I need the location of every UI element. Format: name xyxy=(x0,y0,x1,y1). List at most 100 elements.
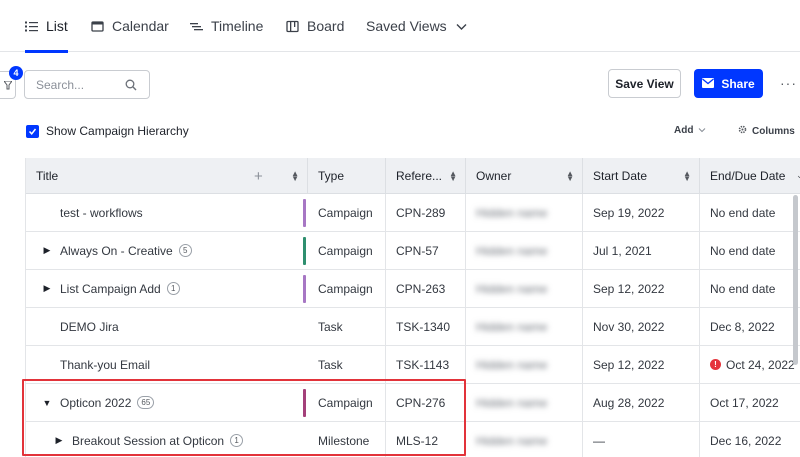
start-date-cell[interactable]: Sep 12, 2022 xyxy=(583,270,700,307)
table-header: Title + ▲ ▼ Type Refere... ▲ ▼ Owner ▲ ▼ St… xyxy=(26,158,800,194)
end-date-cell[interactable]: ! Oct 24, 2022 xyxy=(700,346,800,383)
title-cell[interactable]: ▶ Breakout Session at Opticon 1 xyxy=(26,422,308,457)
tab-list[interactable]: List xyxy=(25,0,68,53)
tab-calendar[interactable]: Calendar xyxy=(91,0,169,52)
end-date-cell[interactable]: No end date xyxy=(700,270,800,307)
start-date-cell[interactable]: Jul 1, 2021 xyxy=(583,232,700,269)
tab-timeline[interactable]: Timeline xyxy=(190,0,263,52)
row-type: Campaign xyxy=(318,281,373,296)
sort-icon[interactable]: ▲ ▼ xyxy=(291,170,299,183)
share-label: Share xyxy=(721,76,755,91)
more-options-icon[interactable]: ··· xyxy=(780,75,797,91)
row-title[interactable]: Opticon 2022 xyxy=(60,396,131,410)
row-end-date: Dec 8, 2022 xyxy=(710,319,775,334)
collapse-icon[interactable]: ▼ xyxy=(40,398,54,408)
column-header-owner[interactable]: Owner ▲ ▼ xyxy=(466,158,583,194)
row-title[interactable]: Thank-you Email xyxy=(60,358,150,372)
search-input[interactable] xyxy=(25,71,121,98)
row-type: Task xyxy=(318,357,343,372)
share-button[interactable]: Share xyxy=(694,69,763,98)
row-title[interactable]: List Campaign Add xyxy=(60,282,161,296)
start-date-cell[interactable]: Sep 12, 2022 xyxy=(583,346,700,383)
type-color-stripe xyxy=(303,389,306,417)
hierarchy-toggle[interactable]: Show Campaign Hierarchy xyxy=(26,124,189,138)
expand-icon[interactable]: ▶ xyxy=(40,283,54,294)
column-header-reference[interactable]: Refere... ▲ ▼ xyxy=(386,158,466,194)
row-type: Campaign xyxy=(318,205,373,220)
expand-icon[interactable]: ▶ xyxy=(40,245,54,256)
end-date-cell[interactable]: No end date xyxy=(700,232,800,269)
title-cell[interactable]: Thank-you Email xyxy=(26,346,308,383)
columns-label: Columns xyxy=(752,125,795,137)
table-row[interactable]: ▶ Always On - Creative 5 Campaign CPN-57 Hidd… xyxy=(26,232,800,270)
board-icon xyxy=(286,20,299,33)
table-row[interactable]: Thank-you Email Task TSK-1143 Hidden name Se… xyxy=(26,346,800,384)
row-owner: Hidden name xyxy=(476,281,548,296)
search-icon[interactable] xyxy=(125,79,137,91)
row-reference: CPN-276 xyxy=(396,395,446,410)
warning-icon: ! xyxy=(710,359,721,370)
row-title[interactable]: Always On - Creative xyxy=(60,244,173,258)
end-date-cell[interactable]: No end date xyxy=(700,194,800,231)
tab-board[interactable]: Board xyxy=(286,0,344,52)
hierarchy-checkbox[interactable] xyxy=(26,124,39,138)
row-end-date: Oct 24, 2022 xyxy=(726,357,795,372)
owner-cell[interactable]: Hidden name xyxy=(466,194,583,231)
expand-icon[interactable]: ▶ xyxy=(52,435,66,446)
owner-cell[interactable]: Hidden name xyxy=(466,232,583,269)
type-cell: Milestone xyxy=(308,422,386,457)
plus-icon[interactable]: + xyxy=(254,168,263,185)
title-cell[interactable]: ▶ Always On - Creative 5 xyxy=(26,232,308,269)
column-title-label: Title xyxy=(36,169,59,183)
add-button[interactable]: Add xyxy=(674,125,706,136)
row-title[interactable]: DEMO Jira xyxy=(60,320,119,334)
reference-cell: TSK-1143 xyxy=(386,346,466,383)
reference-cell: CPN-263 xyxy=(386,270,466,307)
tab-calendar-label: Calendar xyxy=(112,18,169,34)
row-title[interactable]: test - workflows xyxy=(60,206,143,220)
sort-icon[interactable]: ▲ ▼ xyxy=(683,170,691,183)
owner-cell[interactable]: Hidden name xyxy=(466,384,583,421)
timeline-icon xyxy=(190,20,203,33)
start-date-cell[interactable]: Aug 28, 2022 xyxy=(583,384,700,421)
mail-icon xyxy=(702,77,715,91)
column-header-title[interactable]: Title + ▲ ▼ xyxy=(26,158,308,194)
owner-cell[interactable]: Hidden name xyxy=(466,346,583,383)
title-cell[interactable]: test - workflows xyxy=(26,194,308,231)
title-cell[interactable]: ▶ List Campaign Add 1 xyxy=(26,270,308,307)
owner-cell[interactable]: Hidden name xyxy=(466,422,583,457)
table-row[interactable]: ▶ List Campaign Add 1 Campaign CPN-263 Hidden… xyxy=(26,270,800,308)
row-start-date: Nov 30, 2022 xyxy=(593,319,665,334)
sort-icon[interactable]: ▲ ▼ xyxy=(449,170,457,183)
table-row[interactable]: ▼ Opticon 2022 65 Campaign CPN-276 Hidden nam… xyxy=(26,384,800,422)
vertical-scrollbar[interactable] xyxy=(793,195,798,365)
owner-cell[interactable]: Hidden name xyxy=(466,308,583,345)
child-count-badge: 5 xyxy=(178,244,192,257)
sort-icon[interactable]: ▲ ▼ xyxy=(566,170,574,183)
title-cell[interactable]: DEMO Jira xyxy=(26,308,308,345)
end-date-cell[interactable]: Oct 17, 2022 xyxy=(700,384,800,421)
table-row[interactable]: ▶ Breakout Session at Opticon 1 Milestone ML… xyxy=(26,422,800,457)
end-date-cell[interactable]: Dec 16, 2022 xyxy=(700,422,800,457)
start-date-cell[interactable]: Sep 19, 2022 xyxy=(583,194,700,231)
child-count-badge: 1 xyxy=(166,282,180,295)
end-date-cell[interactable]: Dec 8, 2022 xyxy=(700,308,800,345)
start-date-cell[interactable]: Nov 30, 2022 xyxy=(583,308,700,345)
columns-button[interactable]: Columns xyxy=(738,125,795,137)
row-title[interactable]: Breakout Session at Opticon xyxy=(72,434,224,448)
owner-cell[interactable]: Hidden name xyxy=(466,270,583,307)
table-row[interactable]: test - workflows Campaign CPN-289 Hidden na… xyxy=(26,194,800,232)
chevron-down-icon[interactable]: ⌄ xyxy=(796,170,800,181)
title-cell[interactable]: ▼ Opticon 2022 65 xyxy=(26,384,308,421)
start-date-cell[interactable]: — xyxy=(583,422,700,457)
type-cell: Campaign xyxy=(308,232,386,269)
save-view-button[interactable]: Save View xyxy=(608,69,681,98)
column-header-end-date[interactable]: End/Due Date ⌄ xyxy=(700,158,800,194)
column-header-start-date[interactable]: Start Date ▲ ▼ xyxy=(583,158,700,194)
table-row[interactable]: DEMO Jira Task TSK-1340 Hidden name Nov 30, … xyxy=(26,308,800,346)
row-owner: Hidden name xyxy=(476,433,548,448)
chevron-down-icon xyxy=(698,125,706,136)
column-header-type[interactable]: Type xyxy=(308,158,386,194)
column-start-date-label: Start Date xyxy=(593,169,648,183)
tab-saved-views[interactable]: Saved Views xyxy=(366,0,468,52)
